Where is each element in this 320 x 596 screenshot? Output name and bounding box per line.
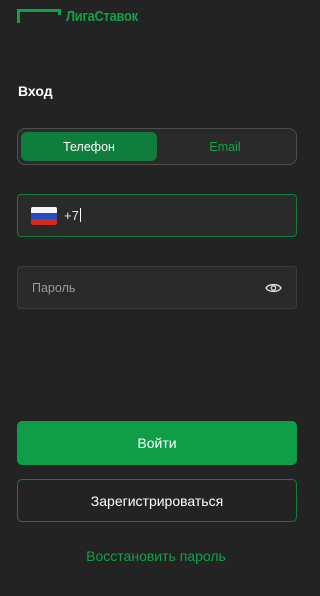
- eye-icon[interactable]: [264, 279, 282, 297]
- text-caret: [79, 208, 81, 222]
- brand-logo-mark-icon: [17, 9, 61, 23]
- phone-input[interactable]: +7: [17, 194, 297, 237]
- page-title: Вход: [18, 83, 53, 99]
- brand-logo[interactable]: ЛигаСтавок: [17, 9, 150, 25]
- password-field[interactable]: [17, 266, 297, 309]
- phone-value: +7: [64, 208, 81, 223]
- login-button[interactable]: Войти: [17, 421, 297, 465]
- brand-name: ЛигаСтавок: [66, 8, 138, 25]
- restore-password-link[interactable]: Восстановить пароль: [0, 548, 312, 564]
- login-method-tabs: Телефон Email: [17, 128, 297, 165]
- register-button[interactable]: Зарегистрироваться: [17, 479, 297, 522]
- tab-phone[interactable]: Телефон: [21, 132, 157, 161]
- password-input[interactable]: [32, 280, 264, 295]
- russia-flag-icon[interactable]: [31, 206, 57, 225]
- tab-email[interactable]: Email: [157, 132, 293, 161]
